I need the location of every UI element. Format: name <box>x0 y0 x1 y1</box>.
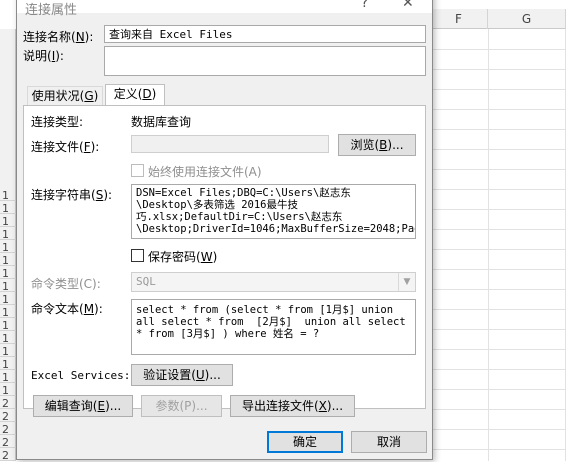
row-separator <box>0 330 16 331</box>
command-type-select[interactable]: SQL ▼ <box>131 272 416 292</box>
save-password-label: 保存密码(W) <box>148 250 218 264</box>
grid-line <box>430 269 566 270</box>
connection-string-textarea[interactable]: DSN=Excel Files;DBQ=C:\Users\赵志东\Desktop… <box>131 184 416 239</box>
grid-line <box>430 129 566 130</box>
save-password-checkbox[interactable] <box>131 249 144 262</box>
row-separator <box>0 343 16 344</box>
row-separator <box>0 213 16 214</box>
row-separator <box>0 265 16 266</box>
grid-line <box>430 89 566 90</box>
column-header-f[interactable]: F <box>430 9 488 29</box>
column-header-g[interactable]: G <box>488 9 566 29</box>
description-label: 说明(I): <box>23 49 64 63</box>
grid-line <box>430 189 566 190</box>
row-separator <box>0 447 16 448</box>
connection-type-value: 数据库查询 <box>131 115 192 129</box>
grid-line <box>430 369 566 370</box>
chevron-down-icon[interactable]: ▼ <box>398 273 415 291</box>
row-separator <box>0 252 16 253</box>
connection-name-input[interactable]: 查询来自 Excel Files <box>104 25 426 43</box>
row-separator <box>0 421 16 422</box>
command-text-textarea[interactable]: select * from (select * from [1月$] union… <box>131 299 416 355</box>
grid-line <box>430 249 566 250</box>
excel-services-label: Excel Services: <box>31 369 131 382</box>
grid-line <box>430 49 566 50</box>
row-separator <box>0 304 16 305</box>
edit-query-button[interactable]: 编辑查询(E)... <box>33 395 133 417</box>
grid-line <box>488 29 489 461</box>
row-separator <box>0 434 16 435</box>
connection-type-label: 连接类型: <box>31 115 84 129</box>
grid-line <box>430 449 566 450</box>
close-icon[interactable]: ✕ <box>402 0 414 11</box>
grid-line <box>430 309 566 310</box>
always-use-connection-file-checkbox[interactable] <box>131 164 144 177</box>
grid-line <box>430 349 566 350</box>
row-separator <box>0 382 16 383</box>
browse-button[interactable]: 浏览(B)... <box>338 134 416 156</box>
row-separator <box>0 317 16 318</box>
tab-usage[interactable]: 使用状况(G) <box>27 86 103 106</box>
dialog-title: 连接属性 <box>25 3 78 18</box>
grid-line <box>430 389 566 390</box>
tab-definition[interactable]: 定义(D) <box>105 84 165 106</box>
title-bar[interactable]: 连接属性 ? ✕ <box>17 0 432 18</box>
description-input[interactable] <box>104 46 426 76</box>
grid-line <box>430 289 566 290</box>
grid-line <box>430 329 566 330</box>
connection-name-label: 连接名称(N): <box>23 30 94 44</box>
row-separator <box>0 395 16 396</box>
column-label: G <box>521 12 532 26</box>
command-type-value: SQL <box>136 275 156 288</box>
row-separator <box>0 408 16 409</box>
row-separator <box>0 369 16 370</box>
grid-line <box>430 169 566 170</box>
row-separator <box>0 200 16 201</box>
export-connection-file-button[interactable]: 导出连接文件(X)... <box>230 395 355 417</box>
connection-properties-dialog: 连接属性 ? ✕ 连接名称(N): 查询来自 Excel Files 说明(I)… <box>16 0 433 460</box>
grid-line <box>430 149 566 150</box>
command-text-label: 命令文本(M): <box>31 302 103 316</box>
row-separator <box>0 291 16 292</box>
always-use-connection-file-label: 始终使用连接文件(A) <box>148 165 262 179</box>
connection-file-label: 连接文件(F): <box>31 140 100 154</box>
authentication-settings-button[interactable]: 验证设置(U)... <box>131 364 233 386</box>
column-label: F <box>455 12 462 26</box>
row-separator <box>0 278 16 279</box>
grid-line <box>430 109 566 110</box>
row-separator <box>0 356 16 357</box>
grid-line <box>430 69 566 70</box>
command-type-label: 命令类型(C): <box>31 277 101 291</box>
grid-line <box>430 209 566 210</box>
row-separator <box>0 239 16 240</box>
help-icon[interactable]: ? <box>361 0 368 11</box>
connection-file-input[interactable] <box>131 135 329 153</box>
row-separator <box>0 226 16 227</box>
ok-button[interactable]: 确定 <box>267 431 343 453</box>
connection-string-label: 连接字符串(S): <box>31 188 113 202</box>
parameters-button[interactable]: 参数(P)... <box>141 395 222 417</box>
grid-line <box>430 409 566 410</box>
grid-line <box>430 429 566 430</box>
grid-line <box>430 229 566 230</box>
cancel-button[interactable]: 取消 <box>351 431 427 453</box>
